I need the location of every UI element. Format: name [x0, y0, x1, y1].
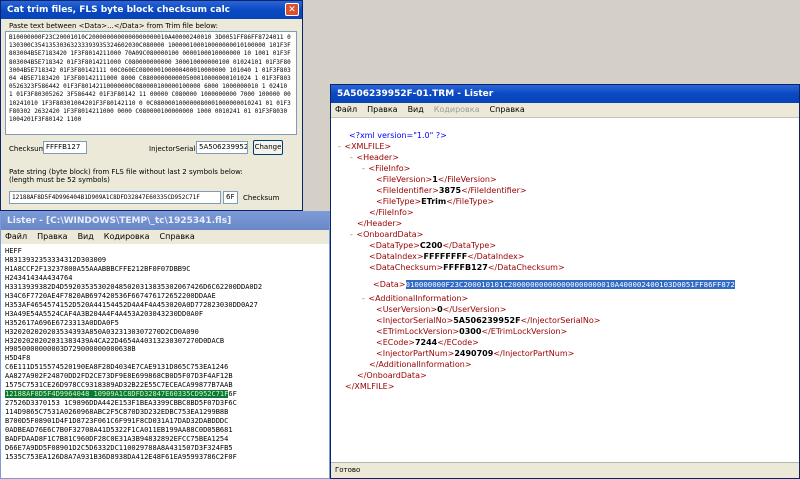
xml-onboard-open: - <OnboardData> — [349, 230, 424, 239]
checksum-field[interactable]: FFFFB127 — [43, 141, 87, 154]
xml-header-open: - <Header> — [349, 153, 399, 162]
menu-help[interactable]: Справка — [490, 103, 525, 117]
xml-content[interactable]: <?xml version="1.0" ?> - <XMLFILE> - <He… — [331, 118, 799, 463]
collapse-icon[interactable]: - — [361, 164, 366, 173]
fls-line: 27526D3370153 1C9896DDA442E153F1BEA3399C… — [5, 399, 237, 408]
checksum-result-label: Checksum — [243, 194, 280, 202]
menu-view[interactable]: Вид — [408, 103, 424, 117]
change-button[interactable]: Change — [253, 140, 283, 155]
menu-edit[interactable]: Правка — [37, 230, 67, 244]
xml-addinfo-close: </AdditionalInformation> — [369, 360, 472, 369]
xml-fileinfo-close: </FileInfo> — [369, 208, 414, 217]
menu-edit[interactable]: Правка — [367, 103, 397, 117]
trm-lister-title-bar[interactable]: 5A506239952F-01.TRM - Lister — [331, 85, 799, 103]
xml-etrimlock: <ETrimLockVersion>0300</ETrimLockVersion… — [376, 327, 568, 336]
collapse-icon[interactable]: - — [349, 230, 354, 239]
xml-fileidentifier: <FileIdentifier>3875</FileIdentifier> — [376, 186, 527, 195]
collapse-icon[interactable]: - — [337, 142, 342, 151]
checksum-calc-window: Cat trim files, FLS byte block checksum … — [0, 0, 303, 211]
fls-line: H24341434A434764 — [5, 273, 73, 282]
xml-filetype: <FileType>ETrim</FileType> — [376, 197, 495, 206]
menu-file[interactable]: Файл — [335, 103, 357, 117]
fls-line: 0ADBEAD76E6C7B0F32708A41D5322F1CA011EB19… — [5, 426, 233, 435]
xml-dataindex: <DataIndex>FFFFFFFF</DataIndex> — [369, 252, 525, 261]
fls-line: H3313939382D4D59203535302048502031383530… — [5, 282, 263, 291]
fls-line: D66E7A9DD5F08901D2C5D6332DC110029788A8A4… — [5, 443, 233, 452]
fls-line: H9050000000003D729000000000638B — [5, 345, 136, 354]
menu-file[interactable]: Файл — [5, 230, 27, 244]
xml-userversion: <UserVersion>0</UserVersion> — [376, 305, 507, 314]
fls-block-checksum: 6F — [228, 390, 237, 399]
menu-help[interactable]: Справка — [160, 230, 195, 244]
menu-encoding[interactable]: Кодировка — [434, 103, 480, 117]
fls-lister-menubar: Файл Правка Вид Кодировка Справка — [1, 230, 329, 245]
menu-encoding[interactable]: Кодировка — [104, 230, 150, 244]
collapse-icon[interactable]: - — [361, 294, 366, 303]
xml-declaration: <?xml version="1.0" ?> — [349, 131, 447, 140]
fls-highlight-line: 12188AF8D5F4D9964048 10909A1C8DFD32847E6… — [5, 390, 325, 399]
paste-instruction: Paste text between <Data>...</Data> from… — [9, 22, 218, 30]
fls-line: AA827A902F24870DD2FD2CE73DF9E8E699868CB0… — [5, 372, 233, 381]
fls-line: H353AF4654574152D520A44154452D4A4F4A4530… — [5, 300, 258, 309]
fls-line: 114D9865C7531A0260968ABC2F5C870D3D232EDB… — [5, 408, 229, 417]
fls-line: BADFDAAD8F1C7B81C960DF28C0E31A3B94832892… — [5, 435, 229, 444]
xml-root-open: - <XMLFILE> — [337, 142, 392, 151]
fls-line: H5D4F8 — [5, 354, 31, 363]
xml-datatype: <DataType>C200</DataType> — [369, 241, 497, 250]
fls-lister-title: Lister - [C:\WINDOWS\TEMP\_tc\1925341.fl… — [7, 216, 232, 226]
xml-fileinfo-open: - <FileInfo> — [361, 164, 411, 173]
fls-line: 1575C7531CE26D978CC9318389AD32B22E55C7EC… — [5, 381, 233, 390]
fls-selected-block[interactable]: 12188AF8D5F4D9964048 10909A1C8DFD32847E6… — [5, 390, 229, 399]
collapse-icon[interactable]: - — [349, 153, 354, 162]
trm-lister-window: 5A506239952F-01.TRM - Lister Файл Правка… — [330, 84, 800, 479]
fls-line: H34C6F7720AE4F7820AB697420536F6674761726… — [5, 291, 216, 300]
fls-line: HEFF — [5, 247, 22, 255]
fls-lister-window: Lister - [C:\WINDOWS\TEMP\_tc\1925341.fl… — [0, 211, 330, 479]
pate-string-field[interactable]: 12188AF8D5F4D996404B1D909A1C8DFD32847E60… — [9, 191, 221, 204]
xml-addinfo-open: - <AdditionalInformation> — [361, 294, 469, 303]
injector-serial-field[interactable]: 5A506239952F — [196, 141, 248, 154]
fls-line: H1A8CCF2F13237800A55AAABBBCFFE212BF0F07D… — [5, 264, 191, 273]
trim-data-textarea[interactable]: B10000000F23C20001010C200000000000000000… — [5, 31, 297, 135]
fls-line: H3202020202031383439A4CA22D4654A40313230… — [5, 336, 225, 345]
xml-data-selected[interactable]: 010000000F23C200010101C20000000000000000… — [405, 280, 735, 289]
fls-line: H3A49E54A5524CAF4A3B204A4F4A453A20304323… — [5, 309, 204, 318]
xml-fileversion: <FileVersion>1</FileVersion> — [376, 175, 497, 184]
calc-title-bar[interactable]: Cat trim files, FLS byte block checksum … — [1, 1, 302, 19]
calc-title: Cat trim files, FLS byte block checksum … — [7, 5, 231, 15]
menu-view[interactable]: Вид — [78, 230, 94, 244]
fls-line: H320202020203534393A850A0323130307270D2C… — [5, 327, 199, 336]
fls-line: 1535C753EA126D8A7A931B36D8938DA412E48F61… — [5, 452, 237, 461]
fls-line: C6E111D515574520190EA8F28D4034E7CAE9131D… — [5, 363, 229, 372]
fls-line: B700D5F08901D4F1D8723F061C6F991F8CD031A1… — [5, 417, 229, 426]
pate-instruction: Pate string (byte block) from FLS file w… — [9, 168, 243, 184]
xml-injectorserial: <InjectorSerialNo>5A506239952F</Injector… — [376, 316, 601, 325]
xml-ecode: <ECode>7244</ECode> — [376, 338, 479, 347]
fls-content[interactable]: HEFF H8313932353334312D303009 H1A8CCF2F132… — [1, 244, 329, 478]
fls-lister-title-bar[interactable]: Lister - [C:\WINDOWS\TEMP\_tc\1925341.fl… — [1, 212, 329, 230]
checksum-result-field[interactable]: 6F — [223, 191, 238, 204]
xml-datachecksum: <DataChecksum>FFFFB127</DataChecksum> — [369, 263, 565, 272]
trm-lister-menubar: Файл Правка Вид Кодировка Справка — [331, 103, 799, 118]
trm-lister-title: 5A506239952F-01.TRM - Lister — [337, 89, 494, 99]
status-bar: Готово — [331, 462, 799, 478]
xml-data: <Data>010000000F23C200010101C20000000000… — [373, 280, 735, 289]
checksum-label: Checksum: — [9, 145, 48, 153]
xml-header-close: </Header> — [357, 219, 403, 228]
fls-line: H8313932353334312D303009 — [5, 255, 107, 264]
close-icon[interactable]: ✕ — [285, 3, 299, 16]
xml-injectorpart: <InjectorPartNum>2490709</InjectorPartNu… — [376, 349, 575, 358]
xml-onboard-close: </OnboardData> — [357, 371, 427, 380]
fls-line: H352617A696E6723313A0DDA0F5 — [5, 318, 119, 327]
xml-root-close: </XMLFILE> — [345, 382, 395, 391]
